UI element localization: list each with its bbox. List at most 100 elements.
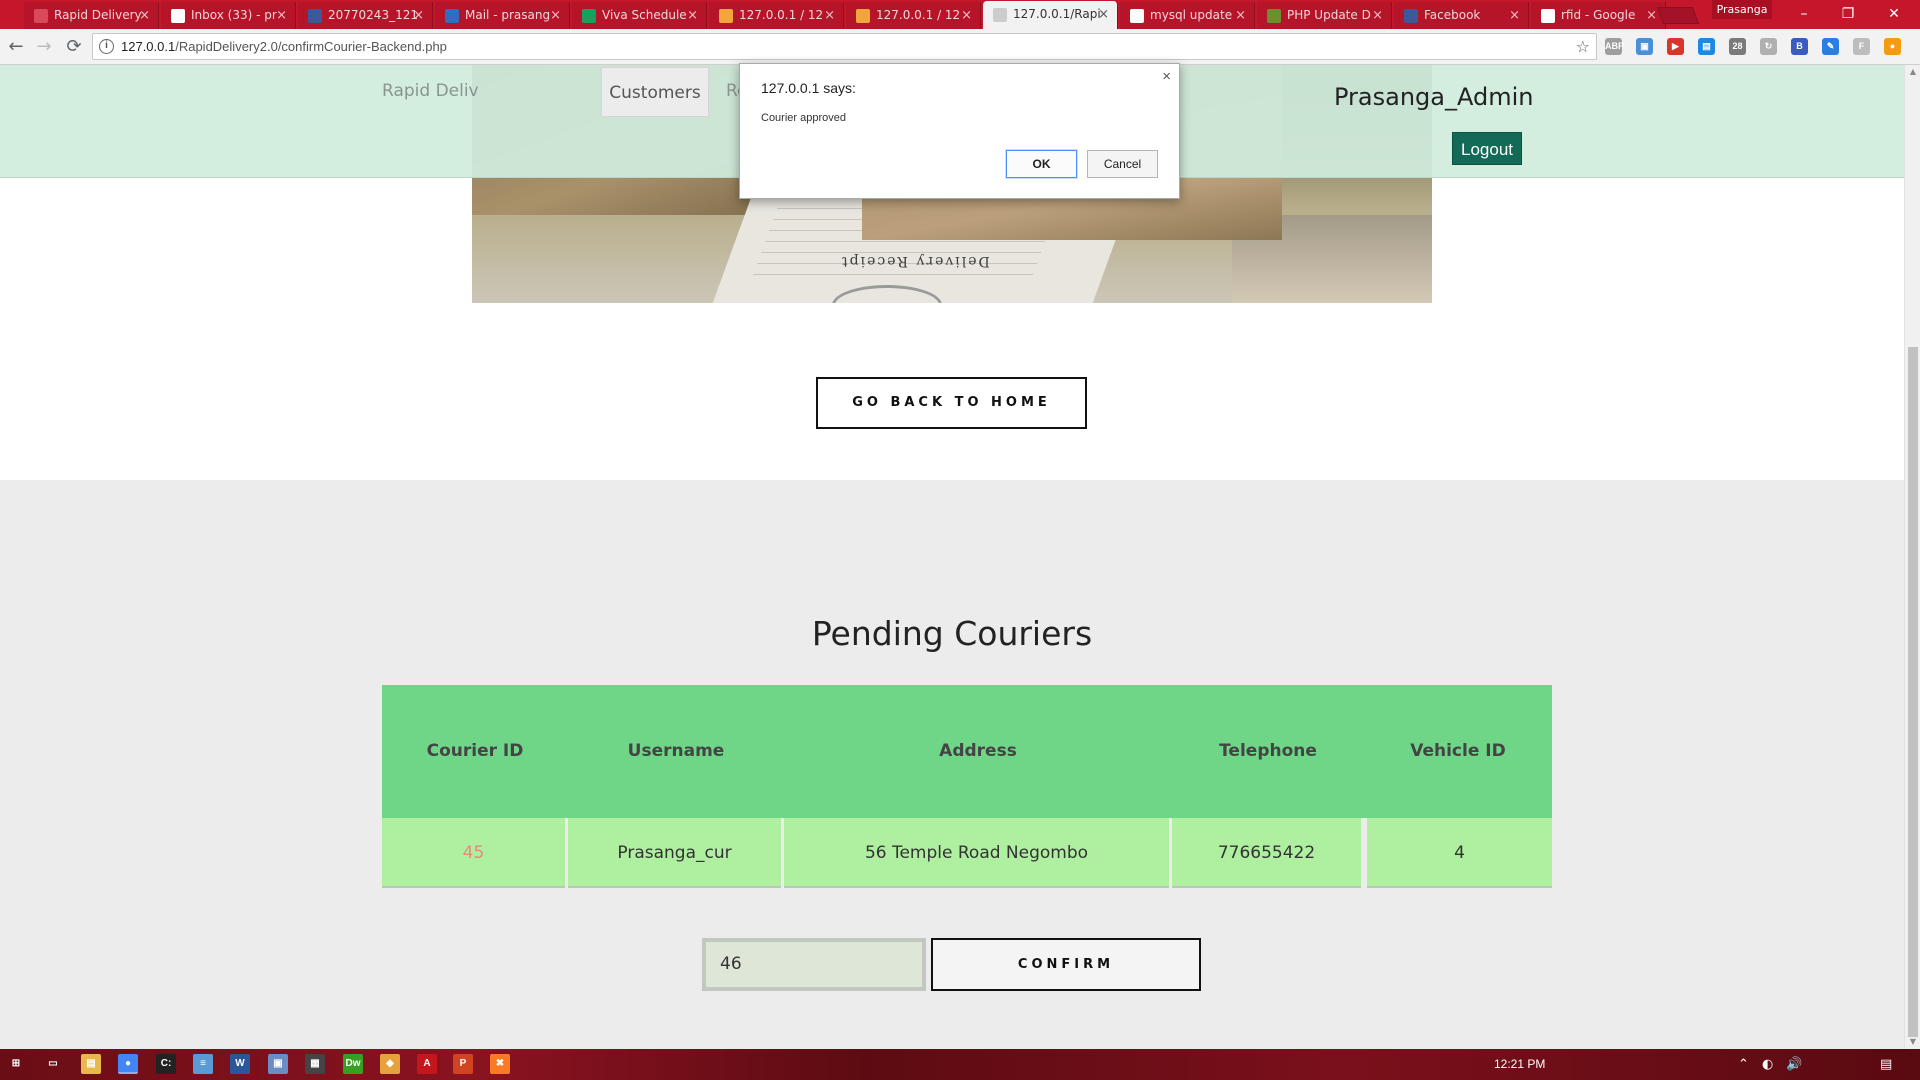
calculator-icon[interactable]: ▦ [305, 1054, 325, 1074]
forward-arrow-icon[interactable]: → [32, 35, 56, 59]
xampp-icon[interactable]: ✖ [490, 1054, 510, 1074]
column-header-username: Username [627, 741, 725, 761]
browser-tab[interactable]: Viva Schedule × [572, 2, 707, 29]
nav-brand-link[interactable]: Rapid Deliv [382, 65, 479, 117]
phpmyadmin-icon [856, 9, 870, 23]
calendar-icon[interactable]: ▤ [1698, 38, 1715, 55]
tab-close-icon[interactable]: × [687, 2, 698, 29]
confirm-button[interactable]: CONFIRM [931, 938, 1201, 991]
sheets-icon [582, 9, 596, 23]
cell-username: Prasanga_cur [568, 818, 781, 888]
browser-tab-title: Facebook [1424, 8, 1481, 22]
tab-close-icon[interactable]: × [139, 2, 150, 29]
table-row: 45 Prasanga_cur 56 Temple Road Negombo 7… [382, 818, 1552, 888]
browser-tab[interactable]: mysql update × [1120, 2, 1255, 29]
browser-tab-title: 20770243_121 [328, 8, 418, 22]
tab-close-icon[interactable]: × [550, 2, 561, 29]
abp-icon[interactable]: ABP [1605, 38, 1624, 55]
dreamweaver-icon[interactable]: Dw [343, 1054, 363, 1074]
chrome-icon[interactable]: ● [118, 1054, 138, 1074]
dialog-cancel-button[interactable]: Cancel [1087, 150, 1158, 178]
close-window-icon[interactable]: ✕ [1872, 0, 1916, 28]
info-icon[interactable]: i [99, 39, 114, 54]
column-header-vehicle-id: Vehicle ID [1410, 741, 1506, 761]
terminal-icon[interactable]: C: [156, 1054, 176, 1074]
orange-ext-icon[interactable]: ● [1884, 38, 1901, 55]
screen-icon[interactable]: ▣ [1636, 38, 1653, 55]
browser-tab[interactable]: rfid - Google × [1531, 2, 1666, 29]
f-icon[interactable]: F [1853, 38, 1870, 55]
profile-badge[interactable]: Prasanga [1712, 0, 1772, 19]
dialog-ok-button[interactable]: OK [1006, 150, 1077, 178]
logout-button[interactable]: Logout [1452, 132, 1522, 165]
pending-couriers-title: Pending Couriers [811, 614, 1093, 653]
people-icon[interactable]: 28 [1729, 38, 1746, 55]
tab-close-icon[interactable]: × [1509, 2, 1520, 29]
restore-icon[interactable]: ❐ [1826, 0, 1870, 28]
b-icon[interactable]: B [1791, 38, 1808, 55]
back-arrow-icon[interactable]: ← [4, 35, 28, 59]
tab-close-icon[interactable]: × [1646, 2, 1657, 29]
new-tab-button[interactable] [1656, 7, 1700, 24]
nav-customers-link[interactable]: Customers [601, 67, 709, 117]
tab-close-icon[interactable]: × [413, 2, 424, 29]
file-explorer-icon[interactable]: ▤ [81, 1054, 101, 1074]
tab-close-icon[interactable]: × [1372, 2, 1383, 29]
windows-start-icon[interactable]: ⊞ [6, 1054, 26, 1074]
dialog-close-icon[interactable]: × [1162, 68, 1171, 85]
browser-tab[interactable]: 127.0.0.1 / 12 × [709, 2, 844, 29]
browser-tab-title: Rapid Delivery [54, 8, 142, 22]
browser-tab[interactable]: PHP Update D × [1257, 2, 1392, 29]
video-icon[interactable]: ▶ [1667, 38, 1684, 55]
page-viewport: Delivery Receipt Rapid Deliv Customers R… [0, 65, 1904, 1049]
tab-close-icon[interactable]: × [1098, 1, 1109, 28]
url-input[interactable]: i 127.0.0.1/RapidDelivery2.0/confirmCour… [92, 33, 1597, 60]
notifications-icon[interactable]: ▤ [1880, 1049, 1892, 1080]
scroll-up-icon[interactable]: ▲ [1905, 65, 1920, 79]
edit-ext-icon[interactable]: ✎ [1822, 38, 1839, 55]
task-view-icon[interactable]: ▭ [43, 1054, 63, 1074]
notepad-icon[interactable]: ≡ [193, 1054, 213, 1074]
refresh-ext-icon[interactable]: ↻ [1760, 38, 1777, 55]
tab-close-icon[interactable]: × [276, 2, 287, 29]
taskbar-clock[interactable]: 12:21 PM [1494, 1049, 1545, 1080]
tab-close-icon[interactable]: × [1235, 2, 1246, 29]
column-header-address: Address [939, 741, 1017, 761]
courier-id-input[interactable]: 46 [702, 938, 926, 991]
browser-tab[interactable]: Inbox (33) - pr × [161, 2, 296, 29]
browser-tab-title: 127.0.0.1/Rapi [1013, 7, 1101, 21]
stop-loading-icon[interactable]: ⟳ [62, 35, 86, 59]
bookmark-star-icon[interactable]: ☆ [1576, 34, 1590, 59]
browser-tab[interactable]: Rapid Delivery × [24, 2, 159, 29]
scroll-down-icon[interactable]: ▼ [1905, 1035, 1920, 1049]
acrobat-icon[interactable]: A [417, 1054, 437, 1074]
tab-close-icon[interactable]: × [824, 2, 835, 29]
network-icon[interactable]: ◐ [1762, 1049, 1773, 1080]
word-icon[interactable]: W [230, 1054, 250, 1074]
browser-tab-title: Viva Schedule [602, 8, 687, 22]
page-scrollbar[interactable]: ▲ ▼ [1904, 65, 1920, 1049]
go-back-home-button[interactable]: GO BACK TO HOME [816, 377, 1087, 429]
photos-icon[interactable]: ▣ [268, 1054, 288, 1074]
cell-address: 56 Temple Road Negombo [784, 818, 1169, 888]
browser-tab-title: mysql update [1150, 8, 1233, 22]
column-header-telephone: Telephone [1219, 741, 1317, 761]
tab-close-icon[interactable]: × [961, 2, 972, 29]
browser-tab[interactable]: 127.0.0.1 / 12 × [846, 2, 981, 29]
browser-tab[interactable]: Mail - prasang × [435, 2, 570, 29]
url-text: 127.0.0.1/RapidDelivery2.0/confirmCourie… [121, 34, 447, 59]
powerpoint-icon[interactable]: P [453, 1054, 473, 1074]
dialog-message: Courier approved [761, 112, 846, 124]
w3schools-icon [1267, 9, 1281, 23]
outlook-icon [445, 9, 459, 23]
tray-chevron-icon[interactable]: ⌃ [1738, 1049, 1749, 1080]
browser-tab[interactable]: 127.0.0.1/Rapi × [983, 1, 1118, 29]
git-icon[interactable]: ◆ [380, 1054, 400, 1074]
browser-tab[interactable]: 20770243_121 × [298, 2, 433, 29]
scroll-thumb[interactable] [1908, 347, 1918, 1037]
browser-tab[interactable]: Facebook × [1394, 2, 1529, 29]
volume-icon[interactable]: 🔊 [1786, 1049, 1802, 1080]
cell-courier-id[interactable]: 45 [382, 818, 565, 888]
facebook-icon [308, 9, 322, 23]
minimize-icon[interactable]: – [1782, 0, 1826, 28]
